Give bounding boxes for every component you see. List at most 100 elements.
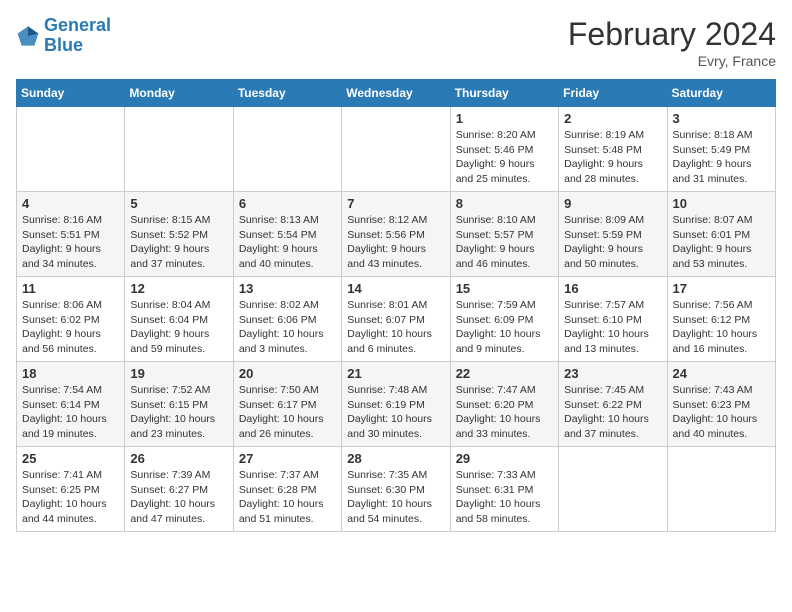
day-number: 1 [456, 111, 553, 126]
day-info: Sunrise: 7:56 AM Sunset: 6:12 PM Dayligh… [673, 298, 770, 357]
calendar-cell: 3 Sunrise: 8:18 AM Sunset: 5:49 PM Daylig… [667, 107, 775, 192]
day-info: Sunrise: 7:48 AM Sunset: 6:19 PM Dayligh… [347, 383, 444, 442]
day-number: 10 [673, 196, 770, 211]
weekday-header-thursday: Thursday [450, 80, 558, 107]
weekday-header-wednesday: Wednesday [342, 80, 450, 107]
calendar-cell [667, 447, 775, 532]
day-info: Sunrise: 7:54 AM Sunset: 6:14 PM Dayligh… [22, 383, 119, 442]
calendar-cell: 8 Sunrise: 8:10 AM Sunset: 5:57 PM Daylig… [450, 192, 558, 277]
day-number: 23 [564, 366, 661, 381]
calendar-cell: 16 Sunrise: 7:57 AM Sunset: 6:10 PM Dayli… [559, 277, 667, 362]
calendar-cell: 28Sunrise: 7:35 AM Sunset: 6:30 PM Dayli… [342, 447, 450, 532]
day-info: Sunrise: 7:50 AM Sunset: 6:17 PM Dayligh… [239, 383, 336, 442]
day-number: 7 [347, 196, 444, 211]
calendar-cell: 13 Sunrise: 8:02 AM Sunset: 6:06 PM Dayli… [233, 277, 341, 362]
month-title: February 2024 [568, 16, 776, 53]
day-info: Sunrise: 8:20 AM Sunset: 5:46 PM Dayligh… [456, 128, 553, 187]
calendar-cell: 23 Sunrise: 7:45 AM Sunset: 6:22 PM Dayli… [559, 362, 667, 447]
day-info: Sunrise: 8:01 AM Sunset: 6:07 PM Dayligh… [347, 298, 444, 357]
day-number: 28 [347, 451, 444, 466]
calendar-cell [559, 447, 667, 532]
day-info: Sunrise: 8:18 AM Sunset: 5:49 PM Dayligh… [673, 128, 770, 187]
calendar-cell [17, 107, 125, 192]
week-row-1: 1 Sunrise: 8:20 AM Sunset: 5:46 PM Daylig… [17, 107, 776, 192]
week-row-4: 18 Sunrise: 7:54 AM Sunset: 6:14 PM Dayli… [17, 362, 776, 447]
day-info: Sunrise: 8:02 AM Sunset: 6:06 PM Dayligh… [239, 298, 336, 357]
day-info: Sunrise: 7:47 AM Sunset: 6:20 PM Dayligh… [456, 383, 553, 442]
day-info: Sunrise: 7:45 AM Sunset: 6:22 PM Dayligh… [564, 383, 661, 442]
day-number: 22 [456, 366, 553, 381]
day-number: 3 [673, 111, 770, 126]
weekday-header-saturday: Saturday [667, 80, 775, 107]
day-info: Sunrise: 7:52 AM Sunset: 6:15 PM Dayligh… [130, 383, 227, 442]
day-info: Sunrise: 8:16 AM Sunset: 5:51 PM Dayligh… [22, 213, 119, 272]
day-number: 26 [130, 451, 227, 466]
day-number: 13 [239, 281, 336, 296]
day-number: 16 [564, 281, 661, 296]
day-info: Sunrise: 7:33 AM Sunset: 6:31 PM Dayligh… [456, 468, 553, 527]
calendar-cell: 24 Sunrise: 7:43 AM Sunset: 6:23 PM Dayli… [667, 362, 775, 447]
day-info: Sunrise: 8:15 AM Sunset: 5:52 PM Dayligh… [130, 213, 227, 272]
calendar-cell: 25 Sunrise: 7:41 AM Sunset: 6:25 PM Dayli… [17, 447, 125, 532]
calendar-cell: 7 Sunrise: 8:12 AM Sunset: 5:56 PM Daylig… [342, 192, 450, 277]
day-number: 24 [673, 366, 770, 381]
calendar-cell: 18 Sunrise: 7:54 AM Sunset: 6:14 PM Dayli… [17, 362, 125, 447]
day-info: Sunrise: 7:43 AM Sunset: 6:23 PM Dayligh… [673, 383, 770, 442]
calendar-cell: 12Sunrise: 8:04 AM Sunset: 6:04 PM Dayli… [125, 277, 233, 362]
day-number: 11 [22, 281, 119, 296]
calendar-cell [233, 107, 341, 192]
day-number: 15 [456, 281, 553, 296]
weekday-header-row: SundayMondayTuesdayWednesdayThursdayFrid… [17, 80, 776, 107]
calendar-cell: 26Sunrise: 7:39 AM Sunset: 6:27 PM Dayli… [125, 447, 233, 532]
calendar-table: SundayMondayTuesdayWednesdayThursdayFrid… [16, 79, 776, 532]
day-info: Sunrise: 8:19 AM Sunset: 5:48 PM Dayligh… [564, 128, 661, 187]
day-number: 27 [239, 451, 336, 466]
calendar-cell: 1 Sunrise: 8:20 AM Sunset: 5:46 PM Daylig… [450, 107, 558, 192]
page-header: General Blue February 2024 Evry, France [16, 16, 776, 69]
day-info: Sunrise: 8:13 AM Sunset: 5:54 PM Dayligh… [239, 213, 336, 272]
calendar-cell: 19 Sunrise: 7:52 AM Sunset: 6:15 PM Dayli… [125, 362, 233, 447]
day-number: 8 [456, 196, 553, 211]
day-info: Sunrise: 8:06 AM Sunset: 6:02 PM Dayligh… [22, 298, 119, 357]
day-info: Sunrise: 7:41 AM Sunset: 6:25 PM Dayligh… [22, 468, 119, 527]
logo-icon [16, 24, 40, 48]
calendar-cell: 14 Sunrise: 8:01 AM Sunset: 6:07 PM Dayli… [342, 277, 450, 362]
day-info: Sunrise: 7:37 AM Sunset: 6:28 PM Dayligh… [239, 468, 336, 527]
weekday-header-tuesday: Tuesday [233, 80, 341, 107]
day-info: Sunrise: 7:59 AM Sunset: 6:09 PM Dayligh… [456, 298, 553, 357]
day-number: 14 [347, 281, 444, 296]
day-number: 19 [130, 366, 227, 381]
calendar-cell: 10 Sunrise: 8:07 AM Sunset: 6:01 PM Dayli… [667, 192, 775, 277]
location: Evry, France [568, 53, 776, 69]
calendar-cell [342, 107, 450, 192]
day-number: 6 [239, 196, 336, 211]
day-number: 25 [22, 451, 119, 466]
day-number: 21 [347, 366, 444, 381]
calendar-cell: 5 Sunrise: 8:15 AM Sunset: 5:52 PM Daylig… [125, 192, 233, 277]
day-number: 2 [564, 111, 661, 126]
weekday-header-monday: Monday [125, 80, 233, 107]
day-number: 17 [673, 281, 770, 296]
day-number: 20 [239, 366, 336, 381]
day-info: Sunrise: 8:07 AM Sunset: 6:01 PM Dayligh… [673, 213, 770, 272]
calendar-cell: 6 Sunrise: 8:13 AM Sunset: 5:54 PM Daylig… [233, 192, 341, 277]
day-number: 29 [456, 451, 553, 466]
day-number: 5 [130, 196, 227, 211]
calendar-cell: 29 Sunrise: 7:33 AM Sunset: 6:31 PM Dayli… [450, 447, 558, 532]
day-info: Sunrise: 7:57 AM Sunset: 6:10 PM Dayligh… [564, 298, 661, 357]
logo: General Blue [16, 16, 111, 56]
calendar-cell: 9 Sunrise: 8:09 AM Sunset: 5:59 PM Daylig… [559, 192, 667, 277]
calendar-cell: 17 Sunrise: 7:56 AM Sunset: 6:12 PM Dayli… [667, 277, 775, 362]
weekday-header-friday: Friday [559, 80, 667, 107]
day-info: Sunrise: 8:09 AM Sunset: 5:59 PM Dayligh… [564, 213, 661, 272]
day-info: Sunrise: 8:12 AM Sunset: 5:56 PM Dayligh… [347, 213, 444, 272]
week-row-3: 11 Sunrise: 8:06 AM Sunset: 6:02 PM Dayli… [17, 277, 776, 362]
day-number: 9 [564, 196, 661, 211]
day-number: 18 [22, 366, 119, 381]
calendar-cell: 15 Sunrise: 7:59 AM Sunset: 6:09 PM Dayli… [450, 277, 558, 362]
calendar-cell: 2 Sunrise: 8:19 AM Sunset: 5:48 PM Daylig… [559, 107, 667, 192]
calendar-cell [125, 107, 233, 192]
calendar-cell: 27 Sunrise: 7:37 AM Sunset: 6:28 PM Dayli… [233, 447, 341, 532]
day-info: Sunrise: 8:10 AM Sunset: 5:57 PM Dayligh… [456, 213, 553, 272]
day-number: 12 [130, 281, 227, 296]
